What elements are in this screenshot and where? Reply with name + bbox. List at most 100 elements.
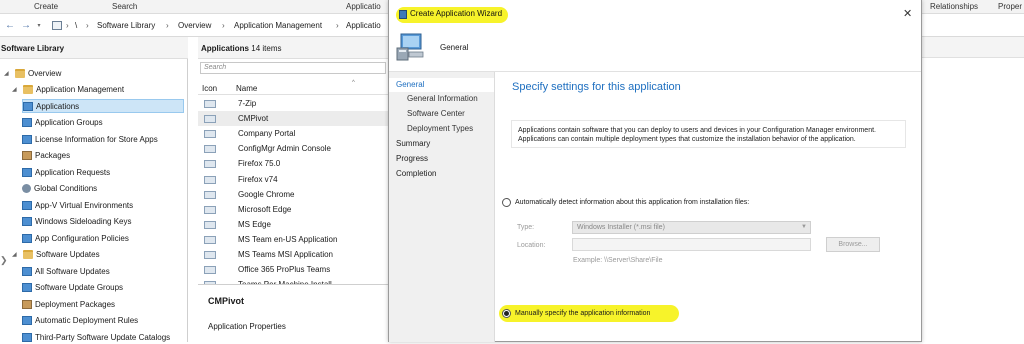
location-input[interactable]	[572, 238, 811, 251]
table-row[interactable]: MS Teams MSI Application	[198, 247, 388, 262]
list-title-label: Applications	[201, 44, 250, 53]
column-header-icon[interactable]: Icon	[202, 84, 217, 93]
ribbon-search[interactable]: Search	[112, 2, 137, 11]
row-name: MS Teams MSI Application	[238, 250, 334, 259]
application-icon	[22, 217, 32, 226]
auto-detect-label[interactable]: Automatically detect information about t…	[515, 199, 749, 206]
ribbon-create[interactable]: Create	[34, 2, 58, 11]
nav-item[interactable]: App Configuration Policies	[22, 231, 129, 245]
table-row[interactable]: Firefox v74	[198, 172, 388, 187]
nav-item[interactable]: App-V Virtual Environments	[22, 198, 133, 212]
nav-item-label: Applications	[36, 101, 80, 111]
browse-button[interactable]: Browse...	[826, 237, 880, 252]
ribbon-properties[interactable]: Proper	[998, 2, 1022, 11]
row-name: Office 365 ProPlus Teams	[238, 265, 331, 275]
table-row[interactable]: Microsoft Edge	[198, 202, 388, 217]
table-row[interactable]: Firefox 75.0	[198, 156, 388, 171]
nav-item[interactable]: Application Groups	[22, 116, 103, 130]
auto-detect-radio[interactable]	[502, 198, 511, 207]
table-row[interactable]: ConfigMgr Admin Console	[198, 141, 388, 156]
nav-item[interactable]: ◢ Application Management	[12, 83, 124, 97]
history-dropdown-icon[interactable]: ▾	[33, 20, 45, 32]
package-icon	[22, 151, 32, 160]
expand-triangle-icon[interactable]: ◢	[12, 251, 20, 258]
breadcrumb-root[interactable]: \	[75, 21, 77, 30]
nav-item-label: Automatic Deployment Rules	[35, 316, 139, 325]
expand-triangle-icon[interactable]: ◢	[12, 86, 20, 93]
application-icon	[22, 200, 32, 210]
wizard-description: Applications contain software that you c…	[511, 120, 906, 148]
application-icon	[22, 167, 32, 177]
list-item-count: 14 items	[251, 44, 282, 53]
application-icon	[204, 251, 216, 259]
nav-item-label: App-V Virtual Environments	[35, 200, 134, 210]
application-icon	[22, 118, 32, 127]
nav-item-label: All Software Updates	[35, 266, 110, 276]
type-select-value: Windows Installer (*.msi file)	[577, 224, 665, 231]
nav-item-label: Application Management	[36, 85, 125, 94]
table-row[interactable]: Office 365 ProPlus Teams	[198, 262, 388, 277]
background-header-strip	[922, 37, 1024, 58]
row-name: CMPivot	[238, 114, 269, 124]
forward-arrow-icon[interactable]: →	[20, 20, 32, 32]
close-icon[interactable]: ✕	[903, 7, 912, 20]
wizard-title-bar: Create Application Wizard ✕	[389, 0, 921, 28]
table-row[interactable]: MS Team en-US Application	[198, 232, 388, 247]
row-name: MS Edge	[238, 219, 271, 229]
application-icon	[204, 220, 216, 229]
ribbon-relationships[interactable]: Relationships	[930, 2, 978, 11]
detail-subtitle: Application Properties	[208, 322, 286, 331]
wizard-step: Completion	[396, 169, 437, 178]
nav-item-label: Software Updates	[36, 250, 100, 259]
table-row[interactable]: Google Chrome	[198, 187, 388, 202]
application-icon	[22, 283, 32, 292]
breadcrumb-overview[interactable]: Overview	[178, 21, 211, 30]
type-label: Type:	[517, 224, 535, 231]
breadcrumb-separator: ›	[166, 21, 169, 30]
wizard-body: Specify settings for this application Ap…	[496, 72, 921, 342]
nav-item[interactable]: Global Conditions	[22, 182, 97, 196]
breadcrumb-application-management[interactable]: Application Management	[234, 21, 322, 30]
wizard-step: General Information	[407, 94, 478, 103]
nav-item[interactable]: Deployment Packages	[22, 297, 115, 311]
expand-triangle-icon[interactable]: ◢	[4, 70, 12, 77]
table-row[interactable]: Company Portal	[198, 126, 388, 141]
breadcrumb-separator: ›	[336, 21, 339, 30]
nav-item[interactable]: Software Update Groups	[22, 281, 123, 295]
breadcrumb-applications[interactable]: Applicatio	[346, 21, 381, 30]
table-row[interactable]: CMPivot	[198, 111, 388, 127]
nav-item[interactable]: ◢ Overview	[4, 66, 61, 80]
manual-specify-label[interactable]: Manually specify the application informa…	[515, 310, 650, 317]
location-label: Location:	[517, 242, 546, 249]
back-arrow-icon[interactable]: ←	[4, 20, 16, 32]
nav-item[interactable]: Packages	[22, 149, 70, 163]
gear-icon	[22, 184, 31, 193]
nav-item[interactable]: Automatic Deployment Rules	[22, 314, 138, 328]
table-row[interactable]: 7-Zip	[198, 96, 388, 111]
nav-item-label: Deployment Packages	[35, 299, 116, 309]
package-icon	[22, 299, 32, 309]
breadcrumb-software-library[interactable]: Software Library	[97, 21, 155, 30]
nav-item[interactable]: ◢ Software Updates	[12, 248, 100, 262]
folder-icon	[23, 85, 33, 94]
computer-icon	[396, 33, 424, 61]
wizard-title-highlight: Create Application Wizard	[396, 7, 509, 23]
collapse-pane-icon[interactable]: ❯	[0, 255, 8, 266]
nav-item[interactable]: Application Requests	[22, 165, 110, 179]
application-icon	[204, 130, 216, 139]
search-input[interactable]: Search	[200, 62, 386, 74]
nav-item-label: Packages	[35, 151, 71, 160]
nav-item[interactable]: License Information for Store Apps	[22, 132, 158, 146]
breadcrumb-separator: ›	[66, 21, 69, 30]
table-row[interactable]: MS Edge	[198, 217, 388, 232]
nav-item[interactable]: Applications	[22, 99, 184, 113]
manual-specify-radio[interactable]	[502, 309, 511, 318]
wizard-steps: General General Information Software Cente…	[389, 72, 495, 342]
nav-item[interactable]: All Software Updates	[22, 264, 110, 278]
folder-icon	[15, 68, 25, 78]
ribbon-application[interactable]: Applicatio	[346, 2, 381, 11]
column-header-name[interactable]: Name	[236, 84, 257, 93]
row-name: MS Team en-US Application	[238, 234, 338, 244]
type-select[interactable]: Windows Installer (*.msi file) ▼	[572, 221, 811, 234]
nav-item[interactable]: Windows Sideloading Keys	[22, 215, 132, 229]
